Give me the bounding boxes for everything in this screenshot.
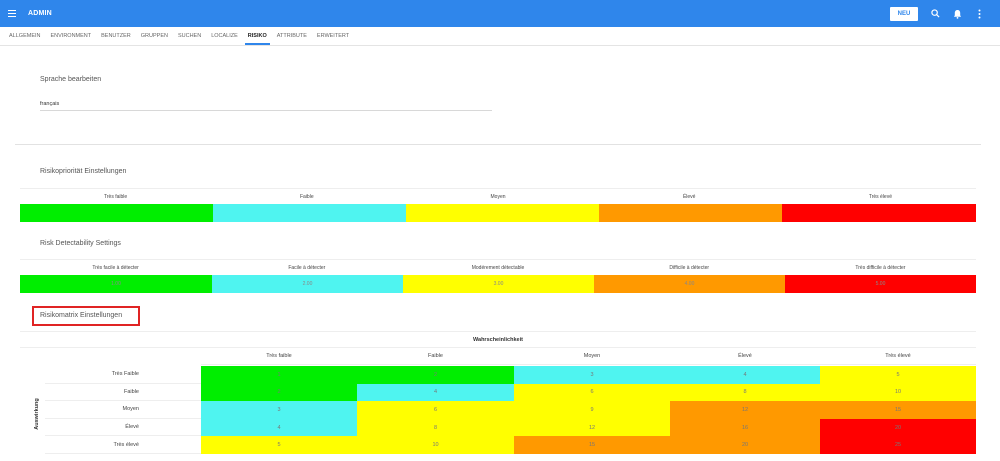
search-icon[interactable] — [924, 0, 946, 27]
matrix-row-header: Faible — [45, 384, 201, 402]
matrix-row: 2 4 6 8 10 — [201, 383, 976, 402]
matrix-cell[interactable]: 5 — [201, 436, 357, 454]
matrix-row: 1 2 3 4 5 — [201, 366, 976, 384]
matrix-cell[interactable]: 12 — [514, 418, 670, 437]
tab-gruppen[interactable]: GRUPPEN — [136, 27, 173, 45]
tab-allgemein[interactable]: ALLGEMEIN — [4, 27, 45, 45]
matrix-row-header: Très Faible — [45, 366, 201, 384]
matrix-column-header: Très faible — [266, 353, 292, 359]
app-title: ADMIN — [28, 10, 52, 17]
detectability-header: Très facile à détecter — [92, 264, 139, 271]
language-section-title: Sprache bearbeiten — [40, 76, 102, 83]
priority-header: Moyen — [490, 193, 506, 200]
highlight-box — [32, 306, 140, 326]
matrix-cell[interactable]: 6 — [514, 383, 670, 402]
matrix-cell[interactable]: 10 — [820, 383, 976, 402]
matrix-cell[interactable]: 6 — [357, 401, 514, 419]
matrix-grid: 1 2 3 4 5 2 4 6 8 10 3 6 9 12 15 4 8 12 … — [201, 366, 976, 454]
matrix-cell[interactable]: 15 — [514, 436, 670, 454]
matrix-column-headers: Très faible Faible Moyen Élevé Très élev… — [201, 348, 976, 365]
priority-header: Très élevé — [868, 193, 892, 200]
matrix-y-axis-label: Auswirkung — [34, 398, 40, 430]
tab-localize[interactable]: LOCALIZE — [206, 27, 243, 45]
more-vertical-icon[interactable] — [968, 0, 990, 27]
detectability-value[interactable]: 2.00 — [212, 275, 403, 293]
tab-suchen[interactable]: SUCHEN — [173, 27, 206, 45]
matrix-column-header: Faible — [428, 353, 443, 359]
detectability-table: Très facile à détecter Facile à détecter… — [20, 259, 976, 293]
tab-environment[interactable]: ENVIRONMENT — [45, 27, 96, 45]
app-header: ADMIN NEU — [0, 0, 1000, 27]
hamburger-icon[interactable] — [1, 0, 23, 27]
priority-color-very-high[interactable] — [782, 204, 976, 222]
matrix-cell[interactable]: 1 — [201, 366, 357, 384]
detectability-header: Modérement détectable — [471, 264, 525, 271]
matrix-row: 3 6 9 12 15 — [201, 401, 976, 419]
priority-color-very-low[interactable] — [20, 204, 213, 222]
tab-attribute[interactable]: ATTRIBUTE — [272, 27, 312, 45]
matrix-cell[interactable]: 3 — [514, 366, 670, 384]
detectability-value[interactable]: 4.00 — [594, 275, 785, 293]
detectability-value[interactable]: 3.00 — [403, 275, 594, 293]
priority-header: Élevé — [682, 193, 696, 200]
matrix-cell[interactable]: 2 — [201, 383, 357, 402]
priority-color-medium[interactable] — [406, 204, 599, 222]
priority-table: Très faible Faible Moyen Élevé Très élev… — [20, 188, 976, 222]
matrix-cell[interactable]: 5 — [820, 366, 976, 384]
detectability-header: Très difficile à détecter — [855, 264, 906, 271]
priority-color-low[interactable] — [213, 204, 406, 222]
matrix-column-header: Moyen — [583, 353, 601, 359]
detectability-header: Difficile à détecter — [669, 264, 710, 271]
matrix-row: 5 10 15 20 25 — [201, 436, 976, 454]
matrix-cell[interactable]: 3 — [201, 401, 357, 419]
language-select[interactable]: français — [40, 98, 492, 111]
section-divider — [15, 144, 981, 145]
matrix-row: 4 8 12 16 20 — [201, 418, 976, 437]
header-actions: NEU — [890, 0, 990, 27]
matrix-cell[interactable]: 4 — [670, 366, 820, 384]
priority-color-high[interactable] — [599, 204, 782, 222]
matrix-cell[interactable]: 2 — [357, 366, 514, 384]
detectability-header: Facile à détecter — [288, 264, 326, 271]
tab-risiko[interactable]: RISIKO — [243, 27, 272, 45]
matrix-cell[interactable]: 4 — [201, 418, 357, 437]
matrix-cell[interactable]: 8 — [357, 418, 514, 437]
matrix-cell[interactable]: 8 — [670, 383, 820, 402]
matrix-row-header: Élevé — [45, 419, 201, 437]
matrix-cell[interactable]: 10 — [357, 436, 514, 454]
matrix-cell[interactable]: 16 — [670, 418, 820, 437]
priority-header: Très faible — [104, 193, 128, 200]
new-button[interactable]: NEU — [890, 6, 918, 21]
detectability-value[interactable]: 5.00 — [785, 275, 976, 293]
detectability-section-title: Risk Detectability Settings — [40, 240, 121, 247]
matrix-row-header: Très élevé — [45, 436, 201, 454]
tab-benutzer[interactable]: BENUTZER — [96, 27, 136, 45]
matrix-cell[interactable]: 25 — [820, 436, 976, 454]
tab-erweitert[interactable]: ERWEITERT — [312, 27, 354, 45]
matrix-cell[interactable]: 4 — [357, 383, 514, 402]
matrix-cell[interactable]: 20 — [670, 436, 820, 454]
matrix-cell[interactable]: 12 — [670, 401, 820, 419]
priority-section-title: Risikopriorität Einstellungen — [40, 168, 127, 175]
matrix-row-header: Moyen — [45, 401, 201, 419]
matrix-x-axis-label: Wahrscheinlichkeit — [20, 331, 976, 348]
matrix-column-header: Très élevé — [885, 353, 911, 359]
matrix-cell[interactable]: 20 — [820, 418, 976, 437]
matrix-cell[interactable]: 15 — [820, 401, 976, 419]
priority-header: Faible — [299, 193, 314, 200]
matrix-row-headers: Très Faible Faible Moyen Élevé Très élev… — [45, 366, 201, 454]
settings-tabs: ALLGEMEIN ENVIRONMENT BENUTZER GRUPPEN S… — [0, 27, 1000, 46]
matrix-column-header: Élevé — [738, 353, 752, 359]
bell-icon[interactable] — [946, 0, 968, 27]
matrix-cell[interactable]: 9 — [514, 401, 670, 419]
detectability-value[interactable]: 1.00 — [20, 275, 212, 293]
